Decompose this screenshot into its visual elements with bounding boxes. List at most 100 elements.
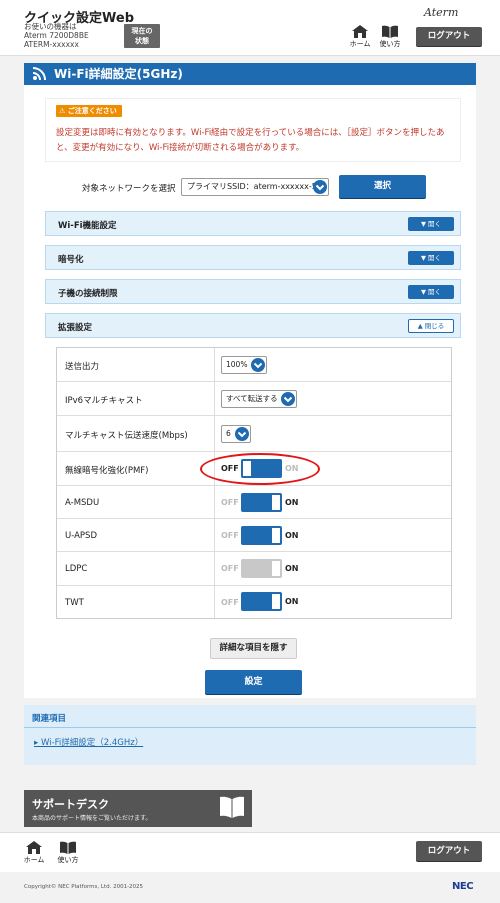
toggle-on-label: ON xyxy=(285,498,299,507)
book-icon xyxy=(220,796,244,818)
copyright: Copyright© NEC Platforms, Ltd. 2001-2025 xyxy=(24,884,144,890)
setting-label: LDPC xyxy=(65,564,88,574)
related-link-label: Wi-Fi詳細設定（2.4GHz） xyxy=(40,738,144,748)
expand-label: 開く xyxy=(428,220,442,228)
section-encryption[interactable]: 暗号化 ▼ 開く xyxy=(45,245,461,270)
footer-home-nav[interactable]: ホーム xyxy=(20,841,48,865)
pmf-highlight-ring xyxy=(200,453,320,485)
apply-button[interactable]: 設定 xyxy=(205,670,302,694)
footer-logout-button[interactable]: ログアウト xyxy=(416,841,482,861)
expand-button[interactable]: ▼ 開く xyxy=(408,217,454,231)
toggle-knob xyxy=(272,561,280,576)
network-select[interactable]: プライマリSSID：aterm-xxxxxx-5p xyxy=(181,178,329,196)
network-select-value: プライマリSSID：aterm-xxxxxx-5p xyxy=(187,182,322,191)
related-items: 関連項目 ▸ Wi-Fi詳細設定（2.4GHz） xyxy=(24,705,476,765)
footer-bar: ホーム 使い方 ログアウト xyxy=(0,832,500,872)
chevron-down-icon xyxy=(251,358,265,372)
notice-badge: ⚠ ご注意ください xyxy=(56,105,122,117)
amsdu-toggle-switch[interactable] xyxy=(241,493,282,512)
setting-label: 無線暗号化強化(PMF) xyxy=(65,466,149,476)
setting-row-ldpc: LDPC OFF ON xyxy=(57,552,451,586)
setting-label: A-MSDU xyxy=(65,498,100,508)
ldpc-toggle-switch xyxy=(241,559,282,578)
uapsd-toggle-switch[interactable] xyxy=(241,526,282,545)
device-info-line: Aterm 7200D8BE xyxy=(24,31,89,41)
chevron-down-icon xyxy=(313,180,327,194)
setting-row-ipv6-multicast: IPv6マルチキャスト すべて転送する xyxy=(57,382,451,416)
toggle-off-label: OFF xyxy=(221,531,239,540)
section-label: 暗号化 xyxy=(58,255,84,265)
setting-label: TWT xyxy=(65,598,84,608)
book-icon xyxy=(60,841,76,854)
device-info-line: お使いの機器は xyxy=(24,22,77,31)
page-title-bar: Wi-Fi詳細設定(5GHz) xyxy=(24,63,476,85)
support-subtitle: 本商品のサポート情報をご覧いただけます。 xyxy=(32,815,152,822)
row-divider xyxy=(214,586,215,618)
help-label: 使い方 xyxy=(57,856,79,864)
multicast-rate-value: 6 xyxy=(226,429,231,438)
toggle-knob xyxy=(272,495,280,510)
wifi-icon xyxy=(32,67,46,81)
row-divider xyxy=(214,348,215,381)
row-divider xyxy=(214,519,215,551)
section-label: Wi-Fi機能設定 xyxy=(58,221,117,231)
brand-logo: Aterm xyxy=(424,6,459,19)
home-nav[interactable]: ホーム xyxy=(346,25,374,49)
home-label: ホーム xyxy=(23,856,45,864)
toggle-on-label: ON xyxy=(285,564,299,573)
collapse-button[interactable]: ▲ 閉じる xyxy=(408,319,454,333)
setting-row-tx-power: 送信出力 100% xyxy=(57,348,451,382)
home-icon xyxy=(352,25,368,38)
page-title: Wi-Fi詳細設定(5GHz) xyxy=(54,67,183,81)
current-status-button[interactable]: 現在の 状態 xyxy=(124,24,160,48)
select-network-button[interactable]: 選択 xyxy=(339,175,426,198)
footer-help-nav[interactable]: 使い方 xyxy=(54,841,82,865)
expand-label: 開く xyxy=(428,288,442,296)
help-nav[interactable]: 使い方 xyxy=(376,25,404,49)
setting-label: 送信出力 xyxy=(65,362,100,372)
section-client-limit[interactable]: 子機の接続制限 ▼ 開く xyxy=(45,279,461,304)
toggle-on-label: ON xyxy=(285,531,299,540)
setting-row-multicast-rate: マルチキャスト伝送速度(Mbps) 6 xyxy=(57,416,451,452)
help-label: 使い方 xyxy=(379,40,401,48)
section-wifi-function[interactable]: Wi-Fi機能設定 ▼ 開く xyxy=(45,211,461,236)
tx-power-value: 100% xyxy=(226,360,248,369)
chevron-down-icon xyxy=(281,392,295,406)
setting-label: マルチキャスト伝送速度(Mbps) xyxy=(65,431,188,441)
toggle-off-label: OFF xyxy=(221,598,239,607)
toggle-on-label: ON xyxy=(285,597,299,606)
twt-toggle-switch[interactable] xyxy=(241,592,282,611)
support-title: サポートデスク xyxy=(32,798,109,811)
setting-row-amsdu: A-MSDU OFF ON xyxy=(57,486,451,519)
row-divider xyxy=(214,416,215,451)
ipv6-multicast-value: すべて転送する xyxy=(226,394,278,403)
toggle-off-label: OFF xyxy=(221,564,239,573)
status-label-line: 状態 xyxy=(135,37,149,45)
home-label: ホーム xyxy=(349,40,371,48)
expand-button[interactable]: ▼ 開く xyxy=(408,285,454,299)
tx-power-select[interactable]: 100% xyxy=(221,356,267,374)
device-info-line: ATERM-xxxxxx xyxy=(24,40,79,50)
section-extended[interactable]: 拡張設定 ▲ 閉じる xyxy=(45,313,461,338)
setting-row-uapsd: U-APSD OFF ON xyxy=(57,519,451,552)
status-label-line: 現在の xyxy=(131,27,153,35)
ipv6-multicast-select[interactable]: すべて転送する xyxy=(221,390,297,408)
divider xyxy=(24,727,476,728)
related-title: 関連項目 xyxy=(32,714,67,724)
row-divider xyxy=(214,486,215,518)
row-divider xyxy=(214,382,215,415)
related-link-wifi-24ghz[interactable]: ▸ Wi-Fi詳細設定（2.4GHz） xyxy=(34,736,143,748)
setting-row-twt: TWT OFF ON xyxy=(57,586,451,618)
multicast-rate-select[interactable]: 6 xyxy=(221,425,251,443)
nec-logo: NEC xyxy=(452,881,474,892)
toggle-knob xyxy=(272,528,280,543)
notice-box: ⚠ ご注意ください 設定変更は即時に有効となります。Wi-Fi経由で設定を行って… xyxy=(45,98,461,162)
expand-button[interactable]: ▼ 開く xyxy=(408,251,454,265)
setting-label: U-APSD xyxy=(65,531,97,541)
hide-details-button[interactable]: 詳細な項目を隠す xyxy=(210,638,297,659)
device-info: お使いの機器は Aterm 7200D8BE ATERM-xxxxxx xyxy=(24,22,89,50)
setting-label: IPv6マルチキャスト xyxy=(65,396,143,406)
logout-button[interactable]: ログアウト xyxy=(416,27,482,46)
expand-label: 開く xyxy=(428,254,442,262)
support-desk-banner[interactable]: サポートデスク 本商品のサポート情報をご覧いただけます。 xyxy=(24,790,252,827)
